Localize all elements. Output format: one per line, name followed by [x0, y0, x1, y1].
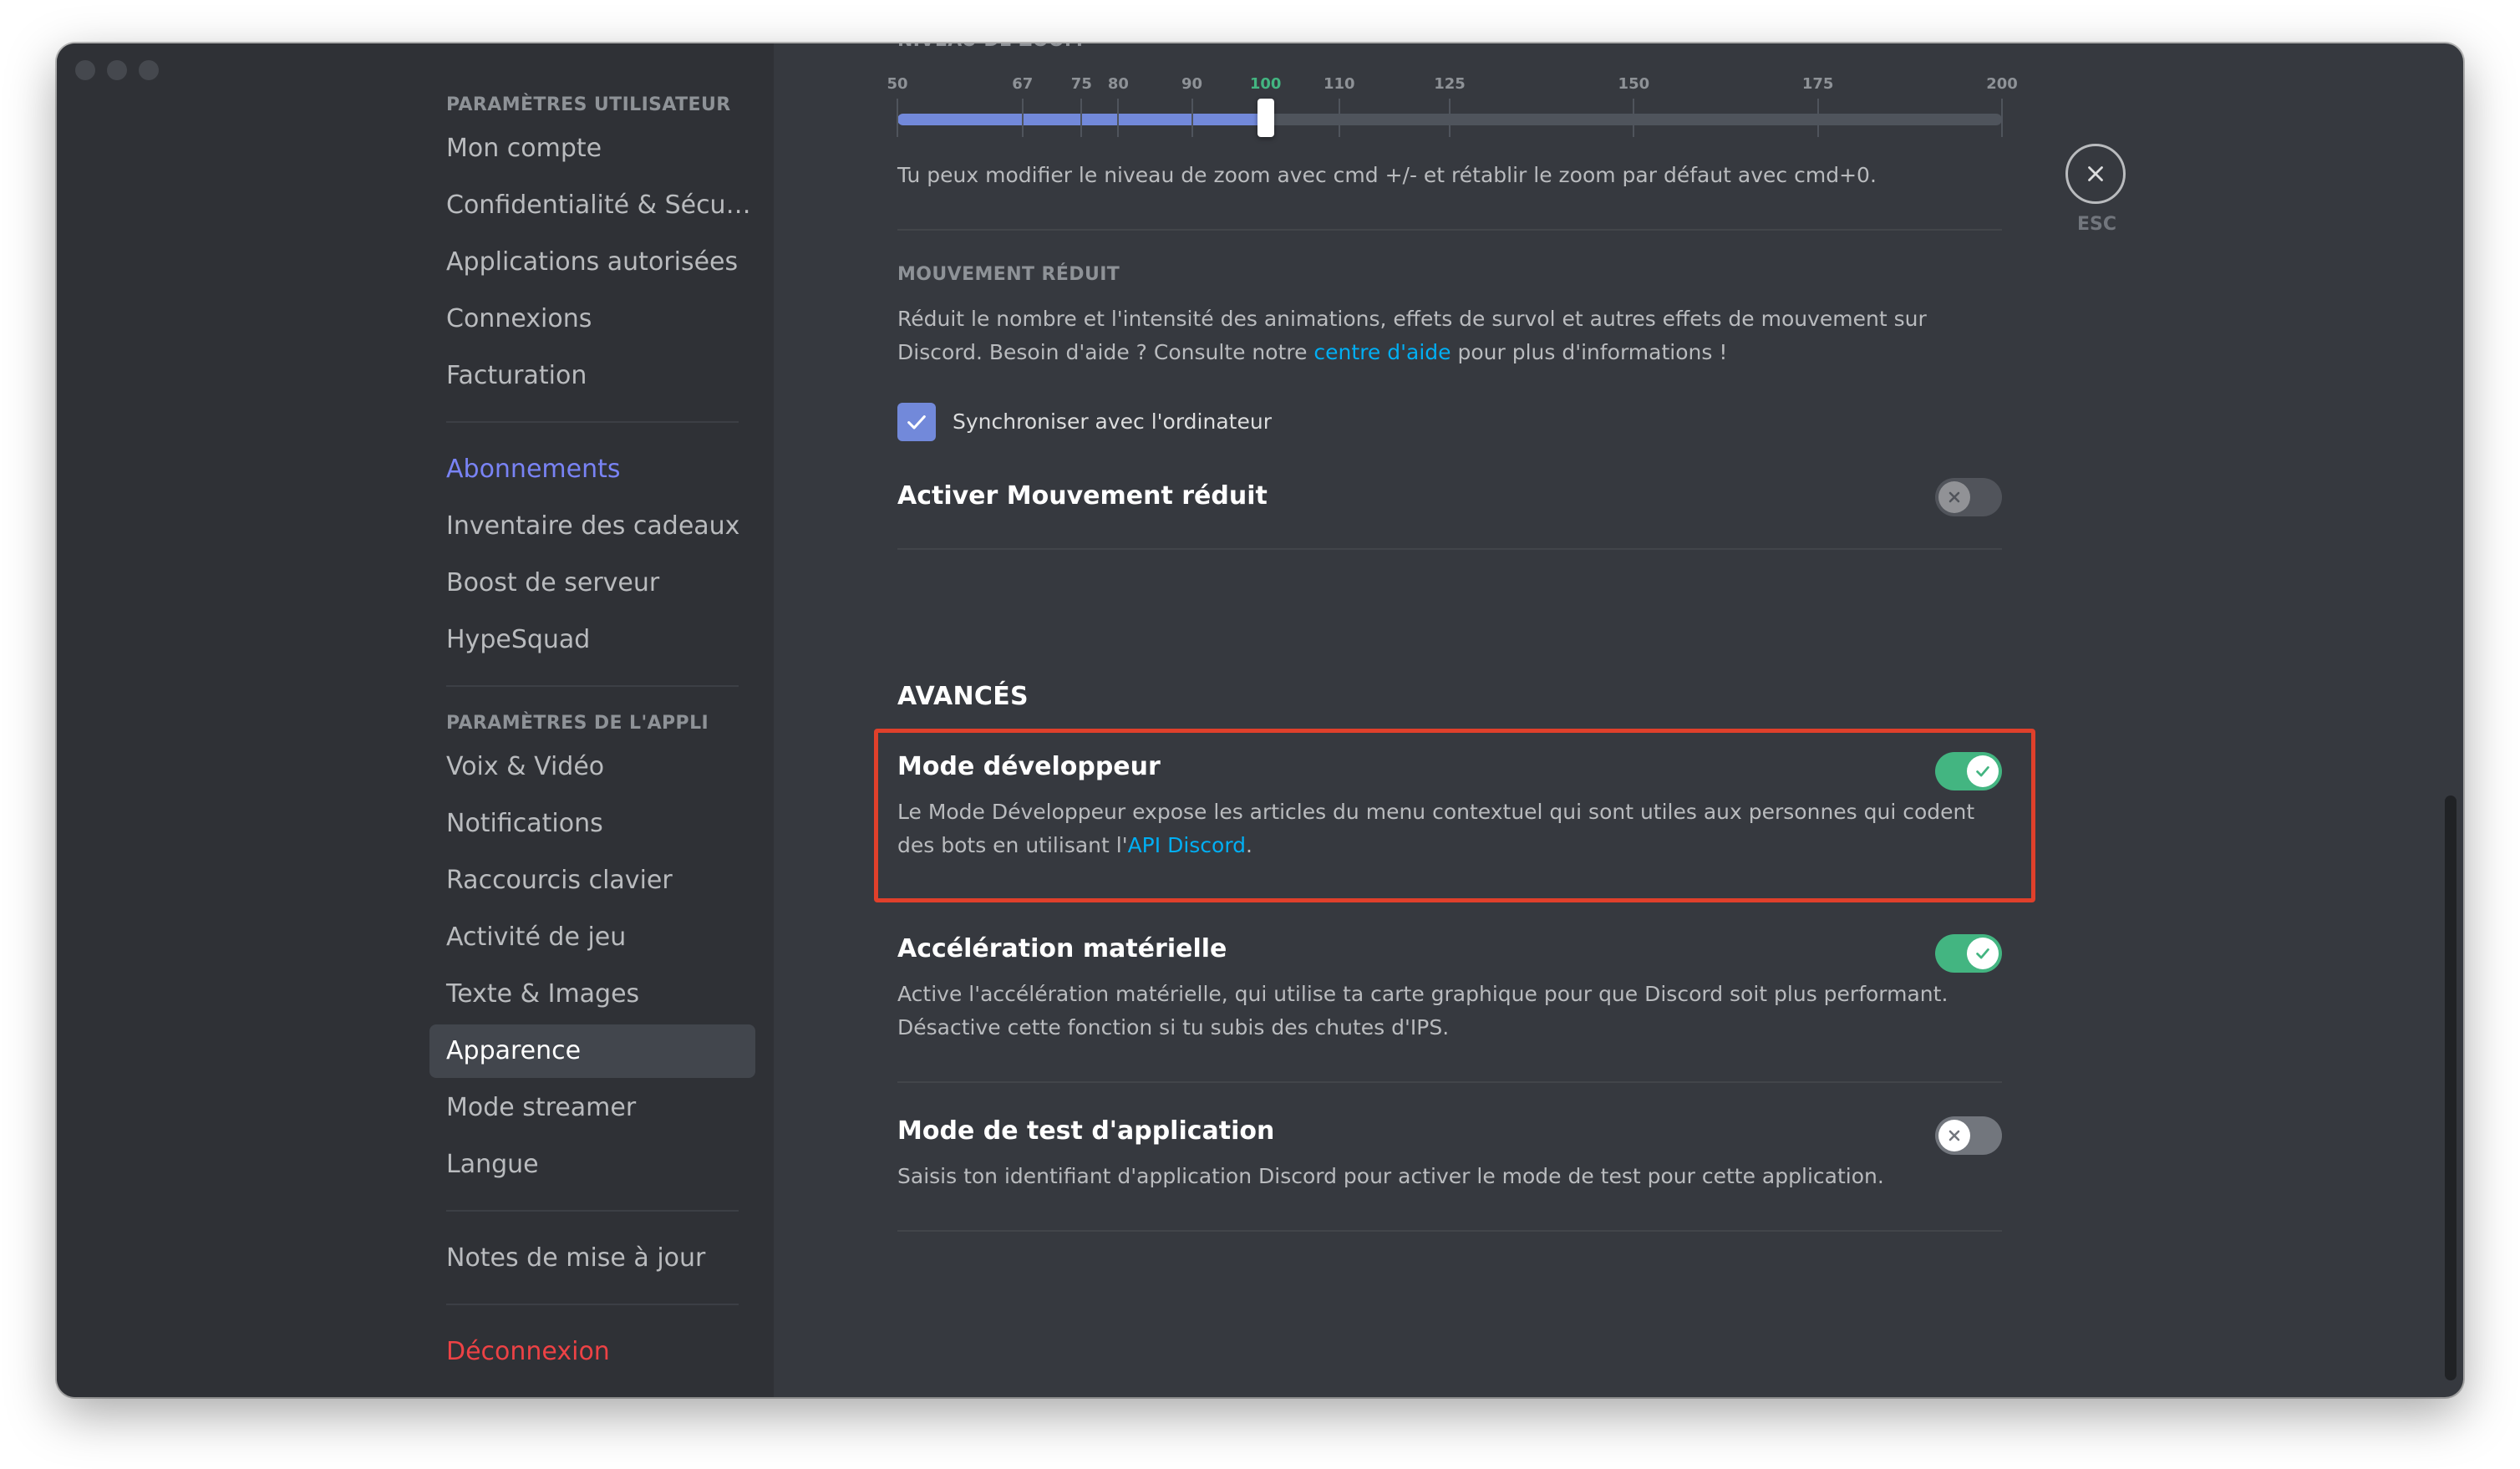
sidebar-item-subscriptions[interactable]: Abonnements	[429, 443, 755, 496]
reduced-motion-description: Réduit le nombre et l'intensité des anim…	[897, 307, 1927, 364]
zoom-tick-mark	[897, 99, 898, 137]
zoom-slider[interactable]: 50 67 75 80 90 100 110 125 150 175 200	[887, 43, 2018, 152]
sidebar-item-appearance[interactable]: Apparence	[429, 1024, 755, 1078]
developer-mode-title: Mode développeur	[897, 752, 1161, 781]
sidebar-item-my-account[interactable]: Mon compte	[429, 122, 755, 175]
zoom-tick-label: 75	[1070, 75, 1092, 93]
sidebar-item-hypesquad[interactable]: HypeSquad	[429, 613, 755, 667]
toggle-knob	[1967, 938, 1999, 969]
hardware-acceleration-title: Accélération matérielle	[897, 934, 1227, 963]
help-center-link[interactable]: centre d'aide	[1313, 340, 1451, 364]
sidebar-divider	[446, 1304, 739, 1305]
zoom-tick-label: 200	[1986, 75, 2018, 93]
sidebar-nav: PARAMÈTRES UTILISATEUR Mon compte Confid…	[429, 89, 755, 1397]
sidebar-item-voice-video[interactable]: Voix & Vidéo	[429, 740, 755, 794]
sidebar-item-game-activity[interactable]: Activité de jeu	[429, 911, 755, 964]
enable-reduced-motion-label: Activer Mouvement réduit	[897, 481, 1268, 511]
app-settings-header: PARAMÈTRES DE L'APPLI	[446, 713, 709, 734]
sidebar-divider	[446, 421, 739, 423]
content-scrollbar[interactable]	[2445, 795, 2456, 1380]
settings-content: NIVEAU DE ZOOM 5067758090100110125150175…	[774, 43, 2463, 1397]
zoom-tick-label: 175	[1801, 75, 1834, 93]
sidebar-item-notifications[interactable]: Notifications	[429, 797, 755, 851]
toggle-knob	[1938, 1120, 1970, 1151]
sidebar-item-text-images[interactable]: Texte & Images	[429, 968, 755, 1021]
discord-settings-window: PARAMÈTRES UTILISATEUR Mon compte Confid…	[57, 43, 2463, 1397]
sync-with-computer-label: Synchroniser avec l'ordinateur	[953, 409, 1272, 434]
sidebar-item-streamer-mode[interactable]: Mode streamer	[429, 1081, 755, 1135]
hardware-acceleration-description: Active l'accélération matérielle, qui ut…	[897, 982, 1948, 1039]
sidebar-item-gift-inventory[interactable]: Inventaire des cadeaux	[429, 500, 755, 553]
section-divider	[897, 1081, 2002, 1083]
zoom-hint: Tu peux modifier le niveau de zoom avec …	[897, 163, 1877, 187]
zoom-tick-label: 110	[1324, 75, 1355, 93]
close-settings-button[interactable]	[2065, 144, 2126, 204]
reduced-motion-header: MOUVEMENT RÉDUIT	[897, 264, 1120, 285]
close-window-dot[interactable]	[75, 60, 95, 80]
sidebar-item-billing[interactable]: Facturation	[429, 349, 755, 403]
sidebar-item-language[interactable]: Langue	[429, 1138, 755, 1192]
section-divider	[897, 548, 2002, 550]
zoom-slider-grabber[interactable]	[1257, 99, 1274, 137]
x-icon	[1948, 491, 1960, 503]
hardware-acceleration-toggle[interactable]	[1935, 934, 2002, 973]
sidebar-item-connections[interactable]: Connexions	[429, 292, 755, 346]
sidebar-divider	[446, 1210, 739, 1212]
zoom-tick-mark	[1816, 99, 1819, 137]
sync-with-computer-checkbox[interactable]	[897, 403, 936, 441]
zoom-tick-label: 125	[1434, 75, 1466, 93]
zoom-tick-label: 100	[1249, 75, 1282, 93]
sidebar-item-changelog[interactable]: Notes de mise à jour	[429, 1232, 755, 1285]
x-icon	[1948, 1130, 1960, 1141]
zoom-tick-mark	[2001, 99, 2003, 137]
zoom-tick-label: 90	[1181, 75, 1203, 93]
zoom-tick-mark	[1449, 99, 1451, 137]
discord-api-link[interactable]: API Discord	[1128, 833, 1246, 857]
section-divider	[897, 229, 2002, 231]
developer-mode-toggle[interactable]	[1935, 752, 2002, 790]
zoom-tick-mark	[1021, 99, 1024, 137]
zoom-tick-mark	[1633, 99, 1635, 137]
zoom-window-dot[interactable]	[139, 60, 159, 80]
zoom-tick-label: 50	[887, 75, 908, 93]
zoom-tick-mark	[1080, 99, 1083, 137]
toggle-knob	[1967, 755, 1999, 787]
settings-sidebar: PARAMÈTRES UTILISATEUR Mon compte Confid…	[57, 43, 774, 1397]
developer-mode-description: Le Mode Développeur expose les articles …	[897, 800, 1975, 857]
close-icon	[2088, 166, 2103, 181]
app-test-mode-description: Saisis ton identifiant d'application Dis…	[897, 1164, 1884, 1188]
section-divider	[897, 1230, 2002, 1232]
zoom-tick-label: 67	[1012, 75, 1034, 93]
sidebar-item-keybinds[interactable]: Raccourcis clavier	[429, 854, 755, 907]
zoom-tick-mark	[1338, 99, 1340, 137]
zoom-tick-label: 80	[1107, 75, 1129, 93]
checkmark-icon	[1976, 948, 1989, 959]
zoom-tick-label: 150	[1618, 75, 1650, 93]
window-controls	[75, 60, 159, 80]
minimize-window-dot[interactable]	[107, 60, 127, 80]
user-settings-header: PARAMÈTRES UTILISATEUR	[446, 94, 731, 115]
zoom-tick-mark	[1191, 99, 1193, 137]
app-test-mode-toggle[interactable]	[1935, 1116, 2002, 1155]
esc-label: ESC	[2077, 214, 2117, 235]
toggle-knob	[1938, 481, 1970, 513]
zoom-tick-mark	[1117, 99, 1120, 137]
sidebar-item-privacy-safety[interactable]: Confidentialité & Sécuri…	[429, 179, 755, 232]
sidebar-divider	[446, 685, 739, 687]
app-test-mode-title: Mode de test d'application	[897, 1116, 1275, 1146]
checkmark-icon	[1976, 766, 1989, 777]
sidebar-item-server-boost[interactable]: Boost de serveur	[429, 557, 755, 610]
advanced-section-title: AVANCÉS	[897, 682, 1029, 711]
checkmark-icon	[907, 415, 926, 430]
reduced-motion-toggle[interactable]	[1935, 478, 2002, 516]
sidebar-item-authorized-apps[interactable]: Applications autorisées	[429, 236, 755, 289]
sidebar-item-logout[interactable]: Déconnexion	[429, 1325, 755, 1379]
